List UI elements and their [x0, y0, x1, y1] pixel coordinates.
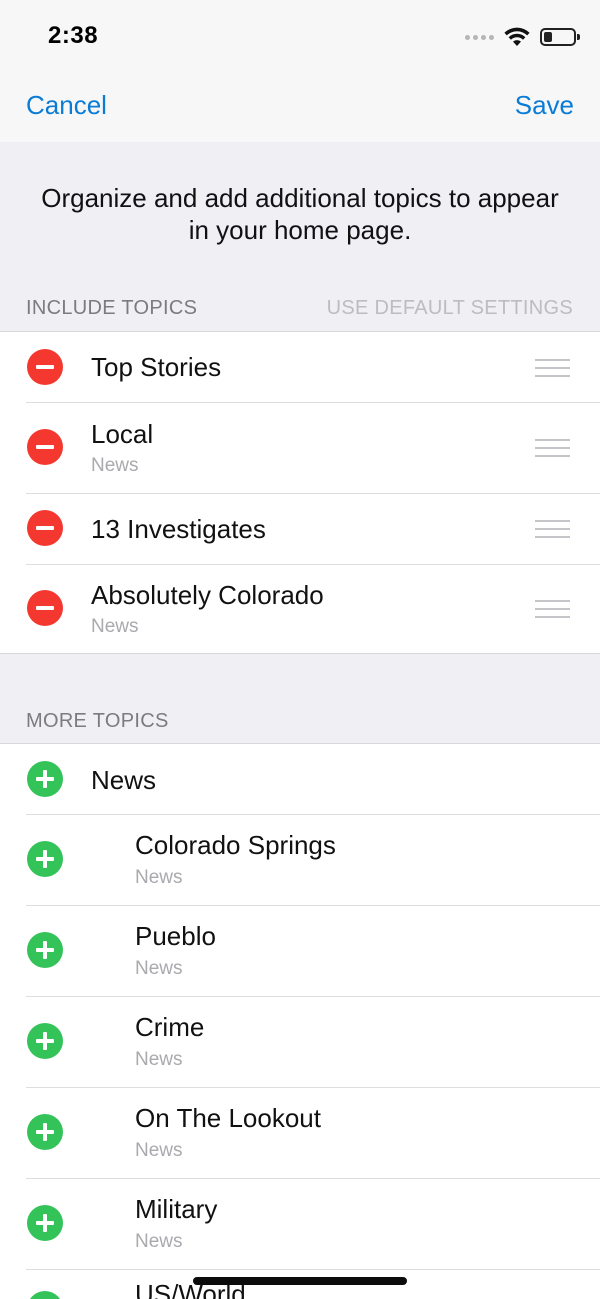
include-topics-list: Top Stories Local News 13 Investigates A…	[0, 331, 600, 654]
drag-handle-icon[interactable]	[535, 600, 570, 618]
topic-title: Colorado Springs	[135, 830, 336, 860]
plus-circle-icon[interactable]	[27, 1205, 63, 1241]
plus-circle-icon[interactable]	[27, 932, 63, 968]
status-time: 2:38	[48, 22, 99, 49]
plus-circle-icon[interactable]	[27, 1023, 63, 1059]
minus-circle-icon[interactable]	[27, 510, 63, 546]
more-topic-row[interactable]: Pueblo News	[0, 905, 600, 996]
topic-title: On The Lookout	[135, 1103, 321, 1133]
topic-subtitle: News	[135, 1231, 183, 1252]
home-indicator[interactable]	[193, 1277, 407, 1285]
include-topic-row[interactable]: Absolutely Colorado News	[0, 564, 600, 653]
topic-subtitle: News	[135, 958, 183, 979]
include-topics-header: INCLUDE TOPICS USE DEFAULT SETTINGS	[0, 297, 600, 327]
topic-title: Local	[91, 419, 154, 449]
topic-title: 13 Investigates	[91, 514, 266, 544]
topic-title: News	[91, 765, 157, 795]
plus-circle-icon[interactable]	[27, 841, 63, 877]
plus-circle-icon[interactable]	[27, 761, 63, 797]
include-topic-row[interactable]: Local News	[0, 402, 600, 493]
cellular-signal-icon	[465, 34, 494, 40]
more-topic-row[interactable]: Military News	[0, 1178, 600, 1269]
more-topics-list: News Colorado Springs News Pueblo News C…	[0, 743, 600, 1299]
wifi-icon	[504, 27, 530, 46]
topic-subtitle: News	[91, 455, 139, 476]
topic-title: Crime	[135, 1012, 205, 1042]
use-default-settings-button[interactable]: USE DEFAULT SETTINGS	[327, 297, 573, 320]
topic-subtitle: News	[135, 867, 183, 888]
battery-icon	[540, 28, 580, 46]
drag-handle-icon[interactable]	[535, 439, 570, 457]
include-topic-row[interactable]: 13 Investigates	[0, 493, 600, 564]
topic-title: Top Stories	[91, 352, 222, 382]
navigation-bar: Cancel Save	[0, 72, 600, 142]
intro-text: Organize and add additional topics to ap…	[41, 183, 559, 245]
more-topic-row[interactable]: Colorado Springs News	[0, 814, 600, 905]
plus-circle-icon[interactable]	[27, 1291, 63, 1299]
save-button[interactable]: Save	[515, 90, 574, 121]
topic-title: Absolutely Colorado	[91, 580, 324, 610]
more-topic-row[interactable]: News	[0, 744, 600, 814]
more-topic-row[interactable]: On The Lookout News	[0, 1087, 600, 1178]
status-bar: 2:38	[0, 0, 600, 72]
topic-subtitle: News	[91, 616, 139, 637]
topic-title: Military	[135, 1194, 218, 1224]
topics-editor-screen: 2:38 Cancel Save Organize and add additi…	[0, 0, 600, 1299]
cancel-button[interactable]: Cancel	[26, 90, 107, 121]
include-topics-label: INCLUDE TOPICS	[26, 297, 198, 319]
more-topics-label: MORE TOPICS	[26, 710, 169, 732]
more-topic-row[interactable]: Crime News	[0, 996, 600, 1087]
drag-handle-icon[interactable]	[535, 520, 570, 538]
minus-circle-icon[interactable]	[27, 429, 63, 465]
plus-circle-icon[interactable]	[27, 1114, 63, 1150]
minus-circle-icon[interactable]	[27, 349, 63, 385]
topic-subtitle: News	[135, 1049, 183, 1070]
more-topics-header: MORE TOPICS	[0, 710, 600, 740]
drag-handle-icon[interactable]	[535, 359, 570, 377]
include-topic-row[interactable]: Top Stories	[0, 332, 600, 402]
minus-circle-icon[interactable]	[27, 590, 63, 626]
status-icons	[465, 26, 580, 48]
topic-subtitle: News	[135, 1140, 183, 1161]
topic-title: Pueblo	[135, 921, 216, 951]
